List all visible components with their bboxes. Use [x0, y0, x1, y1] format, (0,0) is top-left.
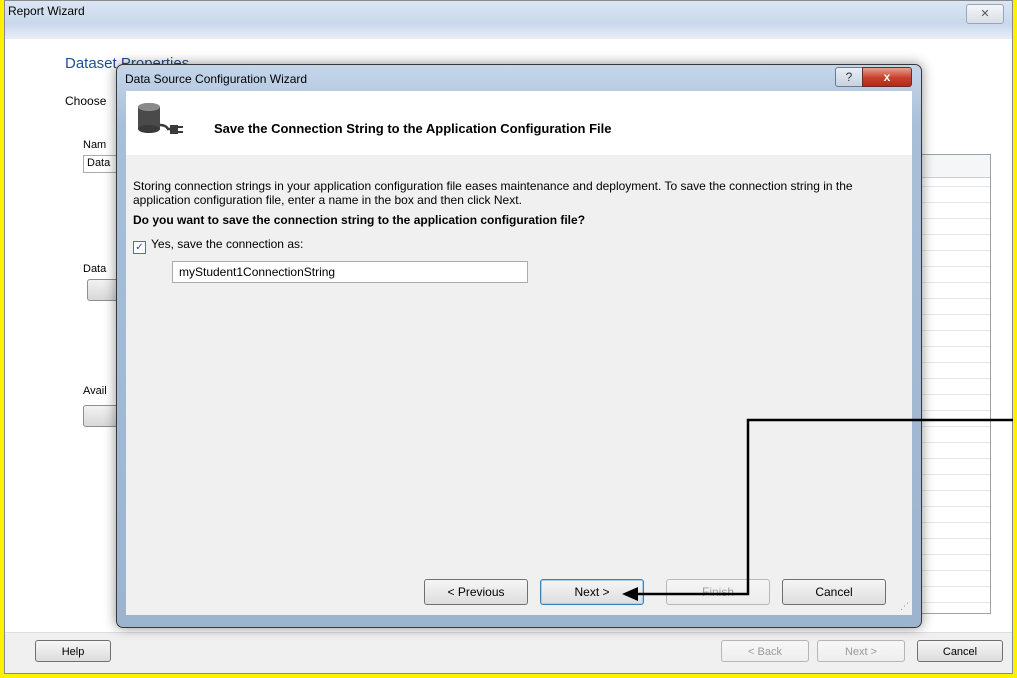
- fields-grid-header: [916, 155, 990, 178]
- cancel-button[interactable]: Cancel: [917, 640, 1003, 662]
- report-wizard-button-bar: Help < Back Next > Cancel: [5, 632, 1012, 673]
- dialog-next-button[interactable]: Next >: [540, 579, 644, 605]
- report-wizard-titlebar: Report Wizard ✕: [5, 1, 1012, 39]
- report-wizard-close-button[interactable]: ✕: [966, 4, 1004, 24]
- back-button[interactable]: < Back: [721, 640, 809, 662]
- dialog-close-button[interactable]: x: [862, 67, 912, 87]
- description-text: Storing connection strings in your appli…: [133, 179, 853, 207]
- choose-label: Choose: [65, 94, 107, 108]
- question-text: Do you want to save the connection strin…: [133, 213, 586, 227]
- help-button[interactable]: Help: [35, 640, 111, 662]
- name-label: Nam: [83, 139, 107, 151]
- dialog-cancel-button[interactable]: Cancel: [782, 579, 886, 605]
- next-button[interactable]: Next >: [817, 640, 905, 662]
- data-source-label: Data: [83, 263, 107, 275]
- available-datasets-label: Avail: [83, 385, 107, 397]
- data-source-wizard-dialog: Data Source Configuration Wizard ? x Sav…: [116, 64, 922, 628]
- connection-name-input[interactable]: [172, 261, 528, 283]
- report-wizard-title: Report Wizard: [8, 4, 85, 18]
- save-connection-row[interactable]: ✓ Yes, save the connection as:: [133, 237, 303, 254]
- previous-button[interactable]: < Previous: [424, 579, 528, 605]
- dialog-title: Data Source Configuration Wizard: [125, 72, 308, 86]
- save-connection-checkbox[interactable]: ✓: [133, 241, 146, 254]
- resize-grip-icon[interactable]: ⋰: [900, 601, 909, 612]
- dialog-content: Storing connection strings in your appli…: [126, 155, 912, 615]
- fields-grid[interactable]: [915, 154, 991, 614]
- save-connection-label: Yes, save the connection as:: [151, 237, 304, 251]
- dialog-help-button[interactable]: ?: [835, 67, 863, 87]
- finish-button[interactable]: Finish: [666, 579, 770, 605]
- dialog-heading: Save the Connection String to the Applic…: [214, 121, 612, 136]
- database-connection-icon: [136, 99, 192, 150]
- dialog-header: Save the Connection String to the Applic…: [126, 91, 912, 156]
